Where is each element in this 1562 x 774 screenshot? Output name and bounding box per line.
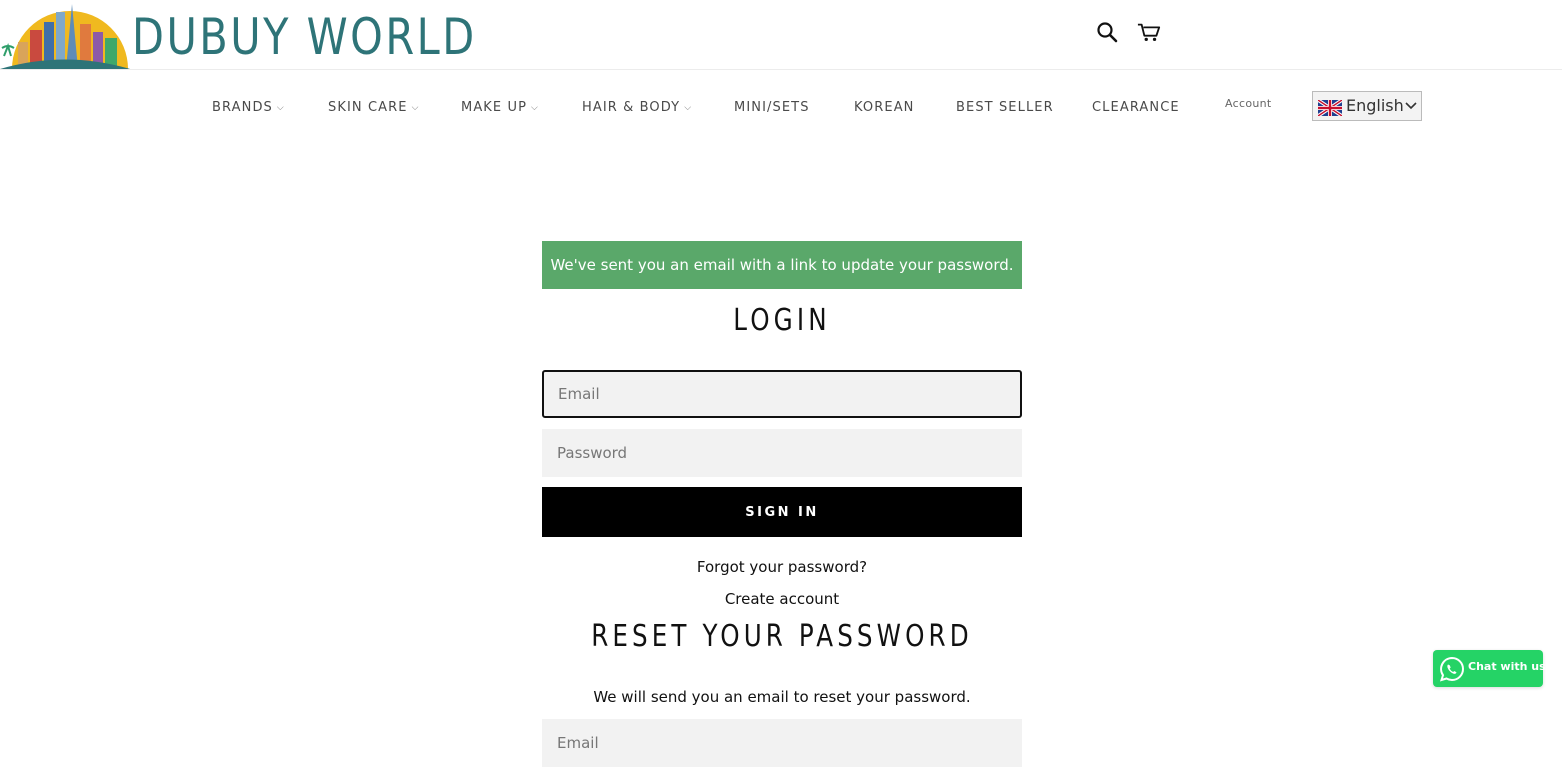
site-header: DUBUY WORLD [0,0,1562,70]
nav-label: KOREAN [854,100,915,115]
nav-item-best-seller[interactable]: BEST SELLER [956,100,1054,115]
language-label: English [1346,96,1404,115]
language-select[interactable]: English [1312,91,1422,121]
nav-label: MAKE UP [461,100,528,115]
chevron-down-icon [1405,102,1417,110]
search-icon[interactable] [1095,20,1119,44]
cart-icon[interactable] [1137,20,1161,44]
nav-item-mini-sets[interactable]: MINI/SETS [734,100,810,115]
nav-label: CLEARANCE [1092,100,1180,115]
account-link[interactable]: Account [1225,97,1272,110]
whatsapp-icon [1439,656,1464,682]
reset-description: We will send you an email to reset your … [593,688,971,706]
nav-item-brands[interactable]: BRANDS ⌵ [212,100,285,115]
nav-label: SKIN CARE [328,100,408,115]
reset-password-title: RESET YOUR PASSWORD [591,619,973,654]
nav-label: HAIR & BODY [582,100,681,115]
reset-email-field[interactable] [542,719,1022,767]
nav-item-hair-body[interactable]: HAIR & BODY ⌵ [582,100,692,115]
sign-in-button[interactable]: SIGN IN [542,487,1022,537]
password-field[interactable] [542,429,1022,477]
chat-label: Chat with us [1468,660,1546,673]
nav-item-clearance[interactable]: CLEARANCE [1092,100,1180,115]
logo-text: DUBUY WORLD [132,8,477,66]
nav-item-skin-care[interactable]: SKIN CARE ⌵ [328,100,420,115]
login-title: LOGIN [733,303,831,338]
success-message: We've sent you an email with a link to u… [542,241,1022,289]
email-field[interactable] [542,370,1022,418]
nav-item-make-up[interactable]: MAKE UP ⌵ [461,100,539,115]
main-navigation: BRANDS ⌵ SKIN CARE ⌵ MAKE UP ⌵ HAIR & BODY ⌵… [0,88,1562,128]
chevron-down-icon: ⌵ [531,103,539,113]
nav-label: MINI/SETS [734,100,810,115]
chevron-down-icon: ⌵ [684,103,693,113]
site-logo[interactable]: DUBUY WORLD [0,0,474,69]
nav-label: BEST SELLER [956,100,1054,115]
nav-item-korean[interactable]: KOREAN [854,100,915,115]
chevron-down-icon: ⌵ [276,103,285,113]
nav-label: BRANDS [212,100,273,115]
chevron-down-icon: ⌵ [411,103,420,113]
create-account-link[interactable]: Create account [542,590,1022,608]
city-skyline-logo-icon [0,4,130,69]
uk-flag-icon [1318,100,1342,116]
whatsapp-chat-button[interactable]: Chat with us [1433,650,1546,687]
forgot-password-link[interactable]: Forgot your password? [542,558,1022,576]
